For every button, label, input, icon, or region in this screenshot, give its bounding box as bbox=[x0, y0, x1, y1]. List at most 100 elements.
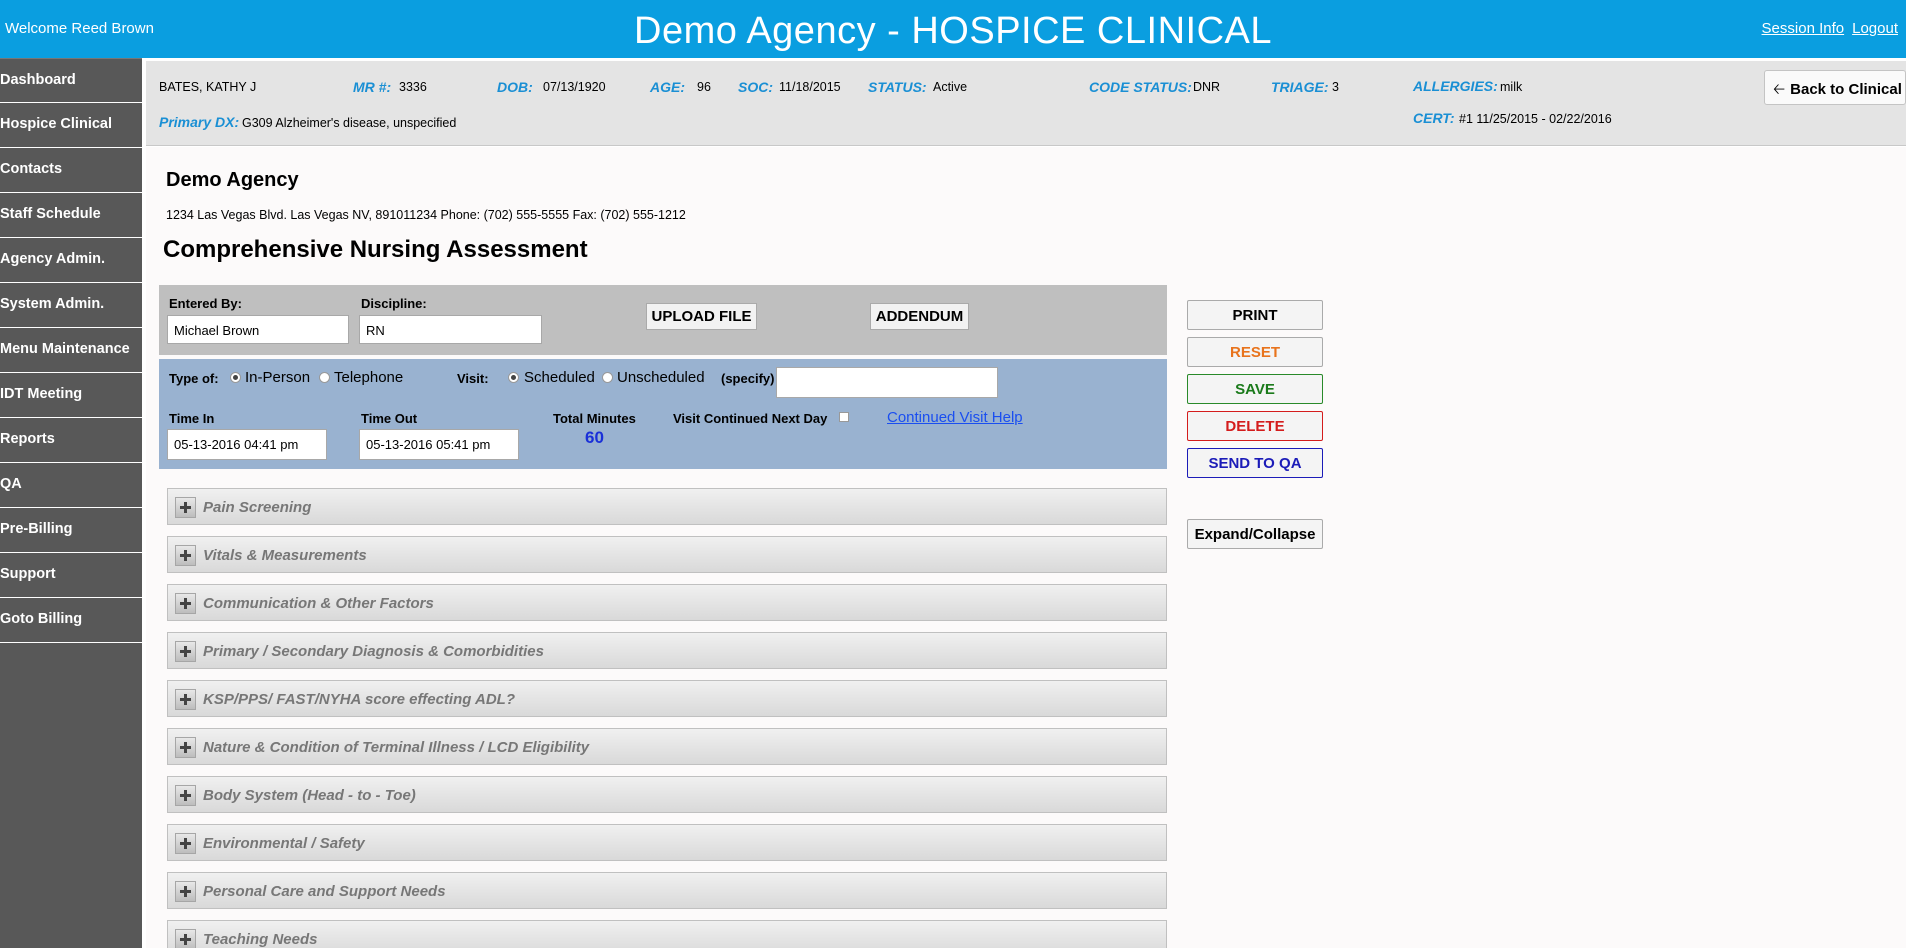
section-terminal-illness-lcd[interactable]: Nature & Condition of Terminal Illness /… bbox=[167, 728, 1167, 765]
sidebar-item-reports[interactable]: Reports bbox=[0, 418, 142, 463]
session-info-link[interactable]: Session Info bbox=[1762, 20, 1845, 37]
discipline-field[interactable]: RN bbox=[359, 315, 542, 344]
delete-button[interactable]: DELETE bbox=[1187, 411, 1323, 441]
soc-value: 11/18/2015 bbox=[779, 80, 841, 94]
section-title: Body System (Head - to - Toe) bbox=[203, 787, 416, 804]
scheduled-label: Scheduled bbox=[524, 369, 595, 386]
sidebar-item-pre-billing[interactable]: Pre-Billing bbox=[0, 508, 142, 553]
code-status-label: CODE STATUS: bbox=[1089, 79, 1192, 95]
time-out-field[interactable]: 05-13-2016 05:41 pm bbox=[359, 429, 519, 460]
continued-visit-help-link[interactable]: Continued Visit Help bbox=[887, 409, 1023, 426]
arrow-left-icon: 🡠 bbox=[1773, 81, 1786, 98]
total-minutes-label: Total Minutes bbox=[553, 411, 636, 426]
expand-plus-icon[interactable] bbox=[175, 593, 196, 614]
visit-label: Visit: bbox=[457, 371, 489, 386]
section-title: Environmental / Safety bbox=[203, 835, 365, 852]
entered-by-label: Entered By: bbox=[169, 296, 242, 311]
section-title: Pain Screening bbox=[203, 499, 312, 516]
mr-value: 3336 bbox=[399, 80, 427, 94]
soc-label: SOC: bbox=[738, 79, 773, 95]
section-body-system[interactable]: Body System (Head - to - Toe) bbox=[167, 776, 1167, 813]
section-title: Personal Care and Support Needs bbox=[203, 883, 446, 900]
expand-plus-icon[interactable] bbox=[175, 737, 196, 758]
expand-plus-icon[interactable] bbox=[175, 833, 196, 854]
time-in-label: Time In bbox=[169, 411, 215, 426]
addendum-button[interactable]: ADDENDUM bbox=[870, 303, 969, 330]
age-label: AGE: bbox=[650, 79, 685, 95]
specify-field[interactable] bbox=[776, 367, 998, 398]
expand-plus-icon[interactable] bbox=[175, 689, 196, 710]
top-header: Welcome Reed Brown Demo Agency - HOSPICE… bbox=[0, 0, 1906, 58]
sidebar-item-system-admin[interactable]: System Admin. bbox=[0, 283, 142, 328]
visit-panel: Type of: In-Person Telephone Visit: Sche… bbox=[159, 359, 1167, 469]
section-title: Primary / Secondary Diagnosis & Comorbid… bbox=[203, 643, 544, 660]
dob-label: DOB: bbox=[497, 79, 533, 95]
section-communication-other-factors[interactable]: Communication & Other Factors bbox=[167, 584, 1167, 621]
section-environmental-safety[interactable]: Environmental / Safety bbox=[167, 824, 1167, 861]
dob-value: 07/13/1920 bbox=[543, 80, 606, 94]
scheduled-radio[interactable] bbox=[508, 372, 519, 383]
section-title: KSP/PPS/ FAST/NYHA score effecting ADL? bbox=[203, 691, 516, 708]
sidebar-item-hospice-clinical[interactable]: Hospice Clinical bbox=[0, 103, 142, 148]
allergies-label: ALLERGIES: bbox=[1413, 78, 1498, 94]
specify-label: (specify) bbox=[721, 371, 775, 386]
telephone-label: Telephone bbox=[334, 369, 404, 386]
section-teaching-needs[interactable]: Teaching Needs bbox=[167, 920, 1167, 948]
expand-plus-icon[interactable] bbox=[175, 497, 196, 518]
reset-button[interactable]: RESET bbox=[1187, 337, 1323, 367]
main-content: Demo Agency 1234 Las Vegas Blvd. Las Veg… bbox=[146, 147, 1906, 948]
expand-plus-icon[interactable] bbox=[175, 881, 196, 902]
sidebar-item-agency-admin[interactable]: Agency Admin. bbox=[0, 238, 142, 283]
sidebar-item-support[interactable]: Support bbox=[0, 553, 142, 598]
expand-collapse-button[interactable]: Expand/Collapse bbox=[1187, 519, 1323, 549]
in-person-radio[interactable] bbox=[230, 372, 241, 383]
send-to-qa-button[interactable]: SEND TO QA bbox=[1187, 448, 1323, 478]
section-title: Teaching Needs bbox=[203, 931, 318, 948]
time-in-field[interactable]: 05-13-2016 04:41 pm bbox=[167, 429, 327, 460]
back-to-clinical-label: Back to Clinical bbox=[1790, 81, 1902, 98]
section-title: Vitals & Measurements bbox=[203, 547, 367, 564]
section-pain-screening[interactable]: Pain Screening bbox=[167, 488, 1167, 525]
section-vitals-measurements[interactable]: Vitals & Measurements bbox=[167, 536, 1167, 573]
expand-plus-icon[interactable] bbox=[175, 929, 196, 948]
sidebar-item-menu-maintenance[interactable]: Menu Maintenance bbox=[0, 328, 142, 373]
app-title: Demo Agency - HOSPICE CLINICAL bbox=[634, 10, 1272, 52]
back-to-clinical-button[interactable]: 🡠 Back to Clinical bbox=[1764, 70, 1906, 105]
sidebar-item-idt-meeting[interactable]: IDT Meeting bbox=[0, 373, 142, 418]
expand-plus-icon[interactable] bbox=[175, 641, 196, 662]
section-diagnosis-comorbidities[interactable]: Primary / Secondary Diagnosis & Comorbid… bbox=[167, 632, 1167, 669]
section-ksp-pps-fast-nyha[interactable]: KSP/PPS/ FAST/NYHA score effecting ADL? bbox=[167, 680, 1167, 717]
cert-label: CERT: bbox=[1413, 110, 1455, 126]
patient-name: BATES, KATHY J bbox=[159, 80, 257, 94]
entry-panel: Entered By: Michael Brown Discipline: RN… bbox=[159, 285, 1167, 355]
unscheduled-label: Unscheduled bbox=[617, 369, 705, 386]
total-minutes-value: 60 bbox=[585, 428, 604, 447]
sidebar-item-contacts[interactable]: Contacts bbox=[0, 148, 142, 193]
logout-link[interactable]: Logout bbox=[1852, 20, 1898, 37]
telephone-radio[interactable] bbox=[319, 372, 330, 383]
entered-by-field[interactable]: Michael Brown bbox=[167, 315, 349, 344]
section-personal-care-support[interactable]: Personal Care and Support Needs bbox=[167, 872, 1167, 909]
print-button[interactable]: PRINT bbox=[1187, 300, 1323, 330]
visit-continued-checkbox[interactable] bbox=[839, 412, 849, 422]
triage-value: 3 bbox=[1332, 80, 1339, 94]
patient-info-bar: BATES, KATHY J MR #: 3336 DOB: 07/13/192… bbox=[146, 61, 1906, 146]
upload-file-button[interactable]: UPLOAD FILE bbox=[646, 303, 757, 330]
type-of-label: Type of: bbox=[169, 371, 219, 386]
header-links: Session Info Logout bbox=[1754, 20, 1898, 37]
sidebar-item-qa[interactable]: QA bbox=[0, 463, 142, 508]
status-value: Active bbox=[933, 80, 968, 94]
expand-plus-icon[interactable] bbox=[175, 545, 196, 566]
time-out-label: Time Out bbox=[361, 411, 418, 426]
sidebar-item-staff-schedule[interactable]: Staff Schedule bbox=[0, 193, 142, 238]
unscheduled-radio[interactable] bbox=[602, 372, 613, 383]
page-title: Comprehensive Nursing Assessment bbox=[163, 236, 588, 263]
visit-continued-label: Visit Continued Next Day bbox=[673, 411, 828, 426]
save-button[interactable]: SAVE bbox=[1187, 374, 1323, 404]
agency-address: 1234 Las Vegas Blvd. Las Vegas NV, 89101… bbox=[166, 208, 686, 222]
sidebar-item-goto-billing[interactable]: Goto Billing bbox=[0, 598, 142, 643]
discipline-label: Discipline: bbox=[361, 296, 427, 311]
sidebar-item-dashboard[interactable]: Dashboard bbox=[0, 58, 142, 103]
primary-dx-value: G309 Alzheimer's disease, unspecified bbox=[242, 116, 457, 130]
expand-plus-icon[interactable] bbox=[175, 785, 196, 806]
